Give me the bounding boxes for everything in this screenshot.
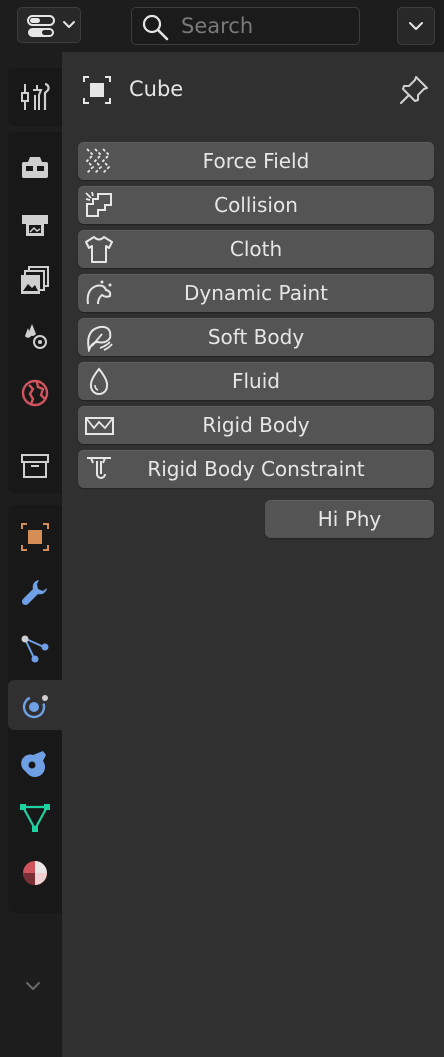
tab-tool[interactable] bbox=[8, 72, 62, 122]
pin-icon[interactable] bbox=[398, 74, 430, 106]
rigid-body-button[interactable]: Rigid Body bbox=[78, 406, 434, 444]
world-icon bbox=[21, 379, 49, 407]
tab-physics[interactable] bbox=[8, 680, 62, 730]
modifier-wrench-icon bbox=[21, 580, 47, 606]
tab-material[interactable] bbox=[8, 848, 62, 898]
tab-collection[interactable] bbox=[8, 441, 62, 491]
collision-button[interactable]: Collision bbox=[78, 186, 434, 224]
cloth-button[interactable]: Cloth bbox=[78, 230, 434, 268]
chevron-down-icon bbox=[409, 22, 423, 30]
output-icon bbox=[22, 215, 48, 236]
tab-constraints[interactable] bbox=[8, 736, 62, 786]
dynamic-paint-button[interactable]: Dynamic Paint bbox=[78, 274, 434, 312]
properties-header bbox=[0, 0, 444, 52]
tab-scene[interactable] bbox=[8, 311, 62, 361]
button-label: Soft Body bbox=[207, 325, 305, 349]
material-icon bbox=[23, 861, 47, 885]
chevron-down-icon bbox=[63, 21, 75, 28]
tab-particles[interactable] bbox=[8, 624, 62, 674]
object-icon bbox=[83, 76, 111, 104]
object-icon bbox=[21, 523, 49, 551]
object-constraint-icon bbox=[21, 751, 46, 777]
options-dropdown-button[interactable] bbox=[397, 7, 435, 45]
chevron-down-icon bbox=[26, 982, 40, 990]
properties-tab-strip bbox=[0, 52, 62, 1057]
tab-data[interactable] bbox=[8, 792, 62, 842]
tab-modifiers[interactable] bbox=[8, 568, 62, 618]
editor-type-dropdown[interactable] bbox=[17, 7, 81, 43]
tab-world[interactable] bbox=[8, 368, 62, 418]
button-label: Collision bbox=[214, 193, 298, 217]
tab-output[interactable] bbox=[8, 199, 62, 249]
object-context-row: Cube bbox=[80, 70, 434, 110]
render-icon bbox=[22, 157, 48, 178]
search-field[interactable] bbox=[131, 7, 360, 45]
view-layer-icon bbox=[21, 266, 49, 294]
button-label: Rigid Body Constraint bbox=[147, 457, 365, 481]
button-label: Cloth bbox=[229, 237, 283, 261]
properties-editor-icon bbox=[27, 15, 55, 37]
fluid-button[interactable]: Fluid bbox=[78, 362, 434, 400]
tool-icon bbox=[21, 82, 50, 110]
rigid-body-constraint-button[interactable]: Rigid Body Constraint bbox=[78, 450, 434, 488]
button-label: Dynamic Paint bbox=[183, 281, 329, 305]
object-name: Cube bbox=[129, 77, 184, 101]
tabs-scroll-down[interactable] bbox=[8, 964, 62, 1012]
tab-render[interactable] bbox=[8, 143, 62, 193]
button-label: Rigid Body bbox=[202, 413, 310, 437]
mesh-data-icon bbox=[20, 804, 50, 832]
physics-icon bbox=[22, 695, 48, 719]
search-icon bbox=[142, 14, 169, 41]
particles-icon bbox=[21, 635, 49, 663]
scene-icon bbox=[25, 324, 47, 349]
button-label: Hi Phy bbox=[317, 507, 382, 531]
button-label: Fluid bbox=[232, 369, 280, 393]
search-input[interactable] bbox=[181, 14, 351, 38]
hi-phy-button[interactable]: Hi Phy bbox=[265, 500, 434, 538]
tab-object[interactable] bbox=[8, 512, 62, 562]
tab-view-layer[interactable] bbox=[8, 255, 62, 305]
force-field-button[interactable]: Force Field bbox=[78, 142, 434, 180]
soft-body-button[interactable]: Soft Body bbox=[78, 318, 434, 356]
collection-icon bbox=[21, 454, 49, 478]
button-label: Force Field bbox=[202, 149, 310, 173]
